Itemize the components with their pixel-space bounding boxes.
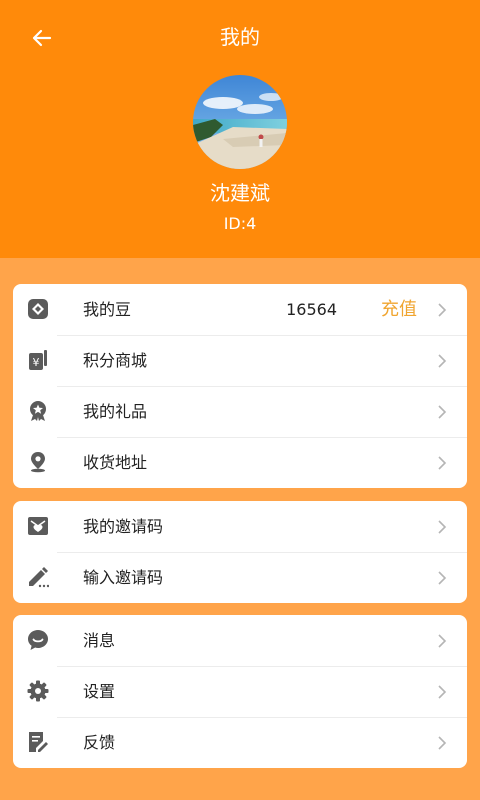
invite-card-icon xyxy=(28,517,48,535)
bean-balance: 16564 xyxy=(286,300,337,319)
pencil-icon xyxy=(29,567,49,588)
menu-item-enter-invite-code[interactable]: 输入邀请码 xyxy=(13,552,467,603)
feedback-icon xyxy=(29,732,48,752)
menu-item-messages[interactable]: 消息 xyxy=(13,615,467,666)
menu-card-assets: 我的豆 16564 充值 ¥ 积分商城 我的礼品 收货地址 xyxy=(13,284,467,488)
message-icon xyxy=(28,630,48,650)
menu-card-system: 消息 设置 反馈 xyxy=(13,615,467,768)
menu-item-points-mall[interactable]: ¥ 积分商城 xyxy=(13,335,467,386)
gear-icon xyxy=(27,680,49,702)
profile-header: 我的 沈建斌 ID:4 xyxy=(0,0,480,258)
menu-item-label: 收货地址 xyxy=(83,453,148,472)
menu-item-label: 消息 xyxy=(83,631,116,650)
location-pin-icon xyxy=(31,452,45,473)
avatar[interactable] xyxy=(193,75,287,169)
user-id: ID:4 xyxy=(223,214,257,233)
menu-item-label: 输入邀请码 xyxy=(83,568,164,587)
menu-item-my-invite-code[interactable]: 我的邀请码 xyxy=(13,501,467,552)
menu-item-shipping-address[interactable]: 收货地址 xyxy=(13,437,467,488)
chevron-right-icon xyxy=(438,354,447,368)
chevron-right-icon xyxy=(438,736,447,750)
menu-card-invite: 我的邀请码 输入邀请码 xyxy=(13,501,467,603)
chevron-right-icon xyxy=(438,405,447,419)
bean-icon xyxy=(28,299,48,319)
menu-item-feedback[interactable]: 反馈 xyxy=(13,717,467,768)
chevron-right-icon xyxy=(438,520,447,534)
menu-item-label: 我的豆 xyxy=(83,300,132,319)
page-title: 我的 xyxy=(220,25,260,49)
menu-item-my-gifts[interactable]: 我的礼品 xyxy=(13,386,467,437)
points-mall-icon: ¥ xyxy=(29,350,47,370)
svg-text:¥: ¥ xyxy=(33,356,40,369)
gift-badge-icon xyxy=(30,401,46,421)
menu-item-my-beans[interactable]: 我的豆 16564 充值 xyxy=(13,284,467,335)
chevron-right-icon xyxy=(438,634,447,648)
menu-item-label: 我的礼品 xyxy=(83,402,148,421)
chevron-right-icon xyxy=(438,685,447,699)
chevron-right-icon xyxy=(438,571,447,585)
menu-item-label: 反馈 xyxy=(83,733,116,752)
menu-item-settings[interactable]: 设置 xyxy=(13,666,467,717)
menu-item-label: 积分商城 xyxy=(83,351,148,370)
chevron-right-icon xyxy=(438,303,447,317)
menu-item-label: 我的邀请码 xyxy=(83,517,164,536)
recharge-button[interactable]: 充值 xyxy=(381,284,417,335)
username: 沈建斌 xyxy=(210,181,270,205)
menu-item-label: 设置 xyxy=(83,682,116,701)
chevron-right-icon xyxy=(438,456,447,470)
